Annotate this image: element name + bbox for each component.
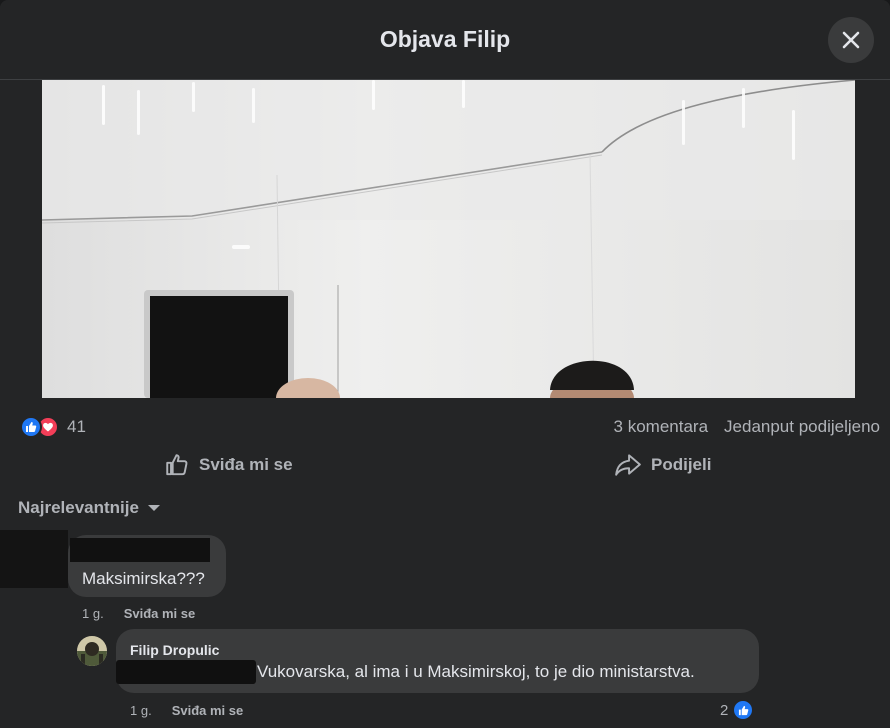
- avatar[interactable]: [77, 636, 107, 666]
- comments-count-link[interactable]: 3 komentara: [614, 417, 709, 437]
- redacted-author-name: [70, 538, 210, 562]
- redacted-avatar: [0, 530, 68, 588]
- comment-text: Vukovarska, al ima i u Maksimirskoj, to …: [257, 662, 695, 681]
- caret-down-icon: [147, 505, 160, 511]
- comment-time[interactable]: 1 g.: [82, 606, 104, 621]
- comment-meta: 1 g. Sviđa mi se: [82, 606, 195, 621]
- like-button[interactable]: Sviđa mi se: [164, 445, 293, 485]
- share-arrow-icon: [615, 454, 641, 476]
- reactions-summary[interactable]: 41: [20, 415, 86, 439]
- comment-likes-number: 2: [720, 701, 729, 719]
- reaction-count: 41: [67, 417, 86, 436]
- like-icon: [20, 416, 42, 438]
- modal-header: Objava Filip: [0, 0, 890, 80]
- comment-text: Maksimirska???: [82, 569, 205, 588]
- close-button[interactable]: [828, 17, 874, 63]
- modal-title: Objava Filip: [379, 26, 511, 52]
- sort-label: Najrelevantnije: [18, 498, 139, 517]
- shares-count-link[interactable]: Jedanput podijeljeno: [724, 417, 880, 437]
- stats-right: 3 komentara Jedanput podijeljeno: [614, 417, 880, 437]
- share-button[interactable]: Podijeli: [614, 445, 711, 485]
- comment-like-link[interactable]: Sviđa mi se: [124, 606, 196, 621]
- like-icon: [732, 699, 755, 721]
- comment-meta: 1 g. Sviđa mi se: [130, 703, 243, 718]
- post-modal: Objava Filip 41 3 komentara Jedanput pod…: [0, 0, 890, 728]
- close-icon: [842, 31, 860, 49]
- thumbs-up-icon: [166, 454, 188, 476]
- comment-like-count[interactable]: 2: [720, 699, 755, 721]
- post-photo[interactable]: [42, 80, 855, 398]
- comment-time[interactable]: 1 g.: [130, 703, 152, 718]
- share-button-label: Podijeli: [651, 455, 712, 474]
- redacted-mention: [116, 660, 256, 684]
- comment-like-link[interactable]: Sviđa mi se: [172, 703, 244, 718]
- like-button-label: Sviđa mi se: [199, 455, 293, 474]
- post-stats: 41 3 komentara Jedanput podijeljeno: [0, 412, 890, 442]
- comment-author[interactable]: Filip Dropulic: [130, 642, 219, 658]
- post-action-bar: Sviđa mi se Podijeli: [0, 445, 890, 485]
- comment-sort-dropdown[interactable]: Najrelevantnije: [18, 498, 161, 518]
